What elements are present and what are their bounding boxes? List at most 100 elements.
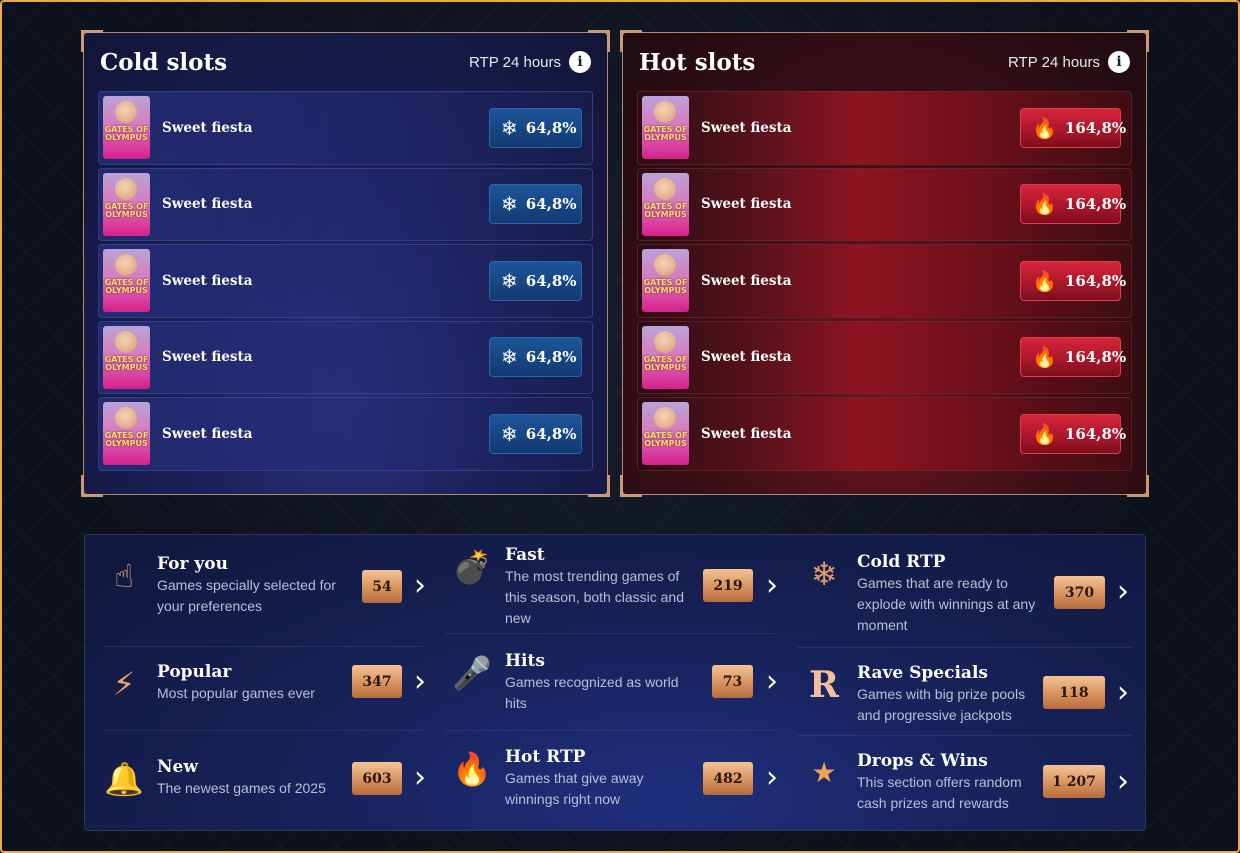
divider xyxy=(103,730,423,731)
game-thumbnail-title: GATES OF OLYMPUS xyxy=(643,125,688,143)
category-new[interactable]: 🔔 New The newest games of 2025 xyxy=(101,756,337,802)
game-thumbnail[interactable]: GATES OF OLYMPUS xyxy=(103,325,150,389)
rtp-value: 64,8% xyxy=(525,424,577,443)
chevron-right-icon[interactable]: › xyxy=(1114,678,1132,708)
game-thumbnail[interactable]: GATES OF OLYMPUS xyxy=(642,172,689,236)
rtp-badge: 🔥 164,8% xyxy=(1020,184,1126,225)
rtp-badge: ❄ 64,8% xyxy=(489,337,582,378)
flame-icon: 🔥 xyxy=(452,750,492,788)
category-drops-wins[interactable]: ★ Drops & Wins This section offers random … xyxy=(801,750,1037,814)
category-text: Cold RTP Games that are ready to explode … xyxy=(857,551,1037,636)
category-description: The most trending games of this season, … xyxy=(505,568,684,626)
category-count-badge: 219 xyxy=(703,569,753,602)
category-title[interactable]: Rave Specials xyxy=(857,662,1037,684)
category-title[interactable]: Hits xyxy=(505,650,685,672)
category-title[interactable]: Fast xyxy=(505,544,685,566)
game-thumbnail[interactable]: GATES OF OLYMPUS xyxy=(642,402,689,466)
game-thumbnail-title: GATES OF OLYMPUS xyxy=(104,201,149,219)
chevron-right-icon[interactable]: › xyxy=(1114,767,1132,797)
chevron-right-icon[interactable]: › xyxy=(1114,577,1132,607)
slot-row[interactable]: GATES OF OLYMPUS Sweet fiesta ❄ 64,8% xyxy=(98,397,593,471)
game-thumbnail-title: GATES OF OLYMPUS xyxy=(104,431,149,449)
slot-name[interactable]: Sweet fiesta xyxy=(701,120,1020,136)
chevron-right-icon[interactable]: › xyxy=(411,571,429,601)
slot-name[interactable]: Sweet fiesta xyxy=(162,196,489,212)
category-description: Games that give away winnings right now xyxy=(505,770,644,807)
category-title[interactable]: Cold RTP xyxy=(857,551,1037,573)
game-thumbnail[interactable]: GATES OF OLYMPUS xyxy=(103,249,150,313)
rtp-badge: ❄ 64,8% xyxy=(489,413,582,454)
rave-r-logo-icon: R xyxy=(809,664,839,706)
category-title[interactable]: Drops & Wins xyxy=(857,750,1037,772)
rtp-period-label: RTP 24 hours xyxy=(469,53,561,71)
game-categories-panel: ☝ For you Games specially selected for you… xyxy=(84,534,1146,831)
chevron-right-icon[interactable]: › xyxy=(763,763,781,793)
category-title[interactable]: Popular xyxy=(157,661,337,683)
rtp-value: 64,8% xyxy=(525,348,577,367)
category-rave-specials[interactable]: R Rave Specials Games with big prize pools… xyxy=(801,662,1037,726)
category-description: Games with big prize pools and progressi… xyxy=(857,686,1026,723)
game-thumbnail[interactable]: GATES OF OLYMPUS xyxy=(103,96,150,160)
category-count-badge: 54 xyxy=(362,570,402,603)
category-for-you[interactable]: ☝ For you Games specially selected for you… xyxy=(101,553,337,617)
category-count-badge: 118 xyxy=(1043,676,1105,709)
hot-slot-list: GATES OF OLYMPUS Sweet fiesta 🔥 164,8% GATES… xyxy=(637,91,1132,471)
game-thumbnail[interactable]: GATES OF OLYMPUS xyxy=(103,402,150,466)
bell-icon: 🔔 xyxy=(104,760,144,798)
chevron-right-icon[interactable]: › xyxy=(763,571,781,601)
category-cold-rtp[interactable]: ❄ Cold RTP Games that are ready to explode… xyxy=(801,551,1037,636)
slot-row[interactable]: GATES OF OLYMPUS Sweet fiesta 🔥 164,8% xyxy=(637,397,1132,471)
rtp-value: 64,8% xyxy=(525,271,577,290)
snowflake-icon: ❄ xyxy=(810,555,838,593)
game-thumbnail[interactable]: GATES OF OLYMPUS xyxy=(103,172,150,236)
category-title[interactable]: For you xyxy=(157,553,337,575)
category-text: New The newest games of 2025 xyxy=(157,756,337,799)
slot-row[interactable]: GATES OF OLYMPUS Sweet fiesta ❄ 64,8% xyxy=(98,244,593,318)
category-title[interactable]: New xyxy=(157,756,337,778)
zeus-figure xyxy=(115,407,137,430)
game-thumbnail[interactable]: GATES OF OLYMPUS xyxy=(642,325,689,389)
slot-name[interactable]: Sweet fiesta xyxy=(162,273,489,289)
game-thumbnail[interactable]: GATES OF OLYMPUS xyxy=(642,96,689,160)
divider xyxy=(103,646,423,647)
category-popular[interactable]: ⚡ Popular Most popular games ever xyxy=(101,661,337,707)
category-hot-rtp[interactable]: 🔥 Hot RTP Games that give away winnings ri… xyxy=(449,746,685,810)
info-icon[interactable]: i xyxy=(569,51,591,73)
divider xyxy=(445,633,775,634)
game-thumbnail[interactable]: GATES OF OLYMPUS xyxy=(642,249,689,313)
category-hits[interactable]: 🎤 Hits Games recognized as world hits xyxy=(449,650,685,714)
rtp-badge: ❄ 64,8% xyxy=(489,107,582,148)
category-title[interactable]: Hot RTP xyxy=(505,746,685,768)
category-fast[interactable]: 💣 Fast The most trending games of this sea… xyxy=(449,544,685,629)
slot-row[interactable]: GATES OF OLYMPUS Sweet fiesta 🔥 164,8% xyxy=(637,244,1132,318)
slot-name[interactable]: Sweet fiesta xyxy=(162,120,489,136)
slot-row[interactable]: GATES OF OLYMPUS Sweet fiesta ❄ 64,8% xyxy=(98,167,593,241)
hot-rtp-label: RTP 24 hours i xyxy=(1008,51,1130,73)
slot-name[interactable]: Sweet fiesta xyxy=(701,426,1020,442)
rtp-value: 164,8% xyxy=(1064,195,1127,214)
slot-name[interactable]: Sweet fiesta xyxy=(162,426,489,442)
category-text: Hits Games recognized as world hits xyxy=(505,650,685,714)
slot-name[interactable]: Sweet fiesta xyxy=(701,196,1020,212)
slot-row[interactable]: GATES OF OLYMPUS Sweet fiesta 🔥 164,8% xyxy=(637,320,1132,394)
slot-name[interactable]: Sweet fiesta xyxy=(162,349,489,365)
cold-slots-panel: Cold slots RTP 24 hours i GATES OF OLYMP… xyxy=(81,30,610,497)
rtp-badge: 🔥 164,8% xyxy=(1020,260,1126,301)
hot-panel-title: Hot slots xyxy=(639,48,756,76)
flame-icon: 🔥 xyxy=(1032,115,1057,140)
slot-row[interactable]: GATES OF OLYMPUS Sweet fiesta ❄ 64,8% xyxy=(98,91,593,165)
snowflake-icon: ❄ xyxy=(501,192,518,217)
slot-name[interactable]: Sweet fiesta xyxy=(701,349,1020,365)
slot-name[interactable]: Sweet fiesta xyxy=(701,273,1020,289)
chevron-right-icon[interactable]: › xyxy=(411,763,429,793)
chevron-right-icon[interactable]: › xyxy=(763,667,781,697)
corner-ornament xyxy=(620,475,642,497)
category-count-badge: 347 xyxy=(352,665,402,698)
slot-row[interactable]: GATES OF OLYMPUS Sweet fiesta ❄ 64,8% xyxy=(98,320,593,394)
flame-icon: 🔥 xyxy=(1032,421,1057,446)
cold-rtp-label: RTP 24 hours i xyxy=(469,51,591,73)
chevron-right-icon[interactable]: › xyxy=(411,667,429,697)
slot-row[interactable]: GATES OF OLYMPUS Sweet fiesta 🔥 164,8% xyxy=(637,91,1132,165)
slot-row[interactable]: GATES OF OLYMPUS Sweet fiesta 🔥 164,8% xyxy=(637,167,1132,241)
info-icon[interactable]: i xyxy=(1108,51,1130,73)
